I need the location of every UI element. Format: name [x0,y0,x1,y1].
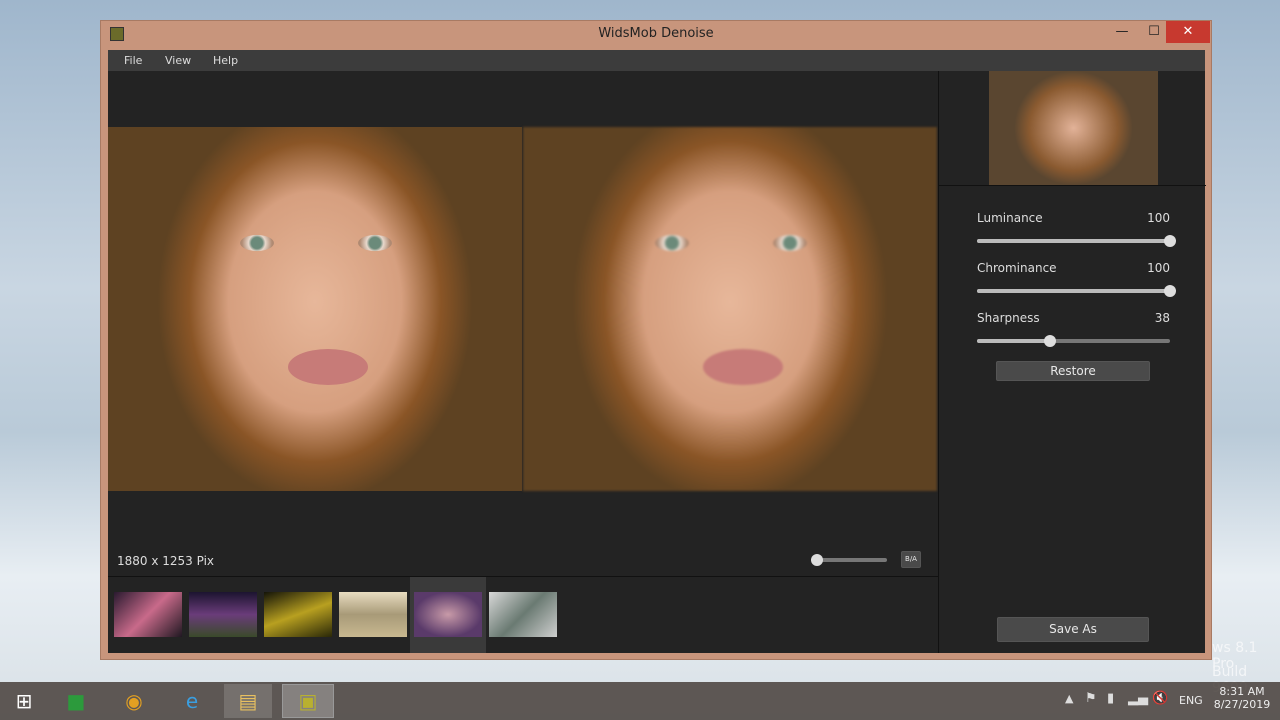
settings-panel: Luminance 100 Chrominance 100 Sharpness … [938,71,1206,653]
sharpness-slider[interactable] [977,335,1170,347]
slider-label: Sharpness [977,311,1040,325]
slider-label: Luminance [977,211,1043,225]
slider-label: Chrominance [977,261,1057,275]
menu-help[interactable]: Help [213,54,238,67]
filmstrip-thumb-selected[interactable] [414,592,482,637]
filmstrip-thumb[interactable] [339,592,407,637]
filmstrip [108,577,938,653]
close-button[interactable]: ✕ [1166,21,1210,43]
app-icon [110,27,124,41]
window-title: WidsMob Denoise [598,26,714,41]
denoised-image [523,127,937,491]
luminance-slider[interactable] [977,235,1176,247]
save-as-button[interactable]: Save As [997,617,1149,642]
chrominance-slider[interactable] [977,285,1176,297]
filmstrip-thumb[interactable] [489,592,557,637]
slider-fill [977,289,1170,293]
battery-icon[interactable]: ▮ [1107,691,1114,706]
zoom-slider[interactable] [811,554,887,566]
file-explorer-icon[interactable]: ▤ [224,684,272,718]
taskbar: ⊞ ■ ◉ e ▤ ▣ ▲ ⚑ ▮ ▂▄ 🔇 ENG 8:31 AM 8/27/… [0,682,1280,720]
language-indicator[interactable]: ENG [1179,694,1203,707]
title-bar: WidsMob Denoise — ☐ ✕ [101,21,1211,51]
filmstrip-thumb[interactable] [264,592,332,637]
slider-fill [977,339,1051,343]
menu-bar: File View Help [108,50,1205,71]
widsmob-taskbar-icon[interactable]: ▣ [282,684,334,718]
slider-knob[interactable] [1044,335,1057,347]
slider-fill [977,239,1170,243]
internet-explorer-icon[interactable]: e [168,684,216,718]
slider-value: 100 [1147,261,1170,275]
action-center-flag-icon[interactable]: ⚑ [1085,691,1097,706]
network-signal-icon[interactable]: ▂▄ [1128,691,1148,706]
slider-value: 38 [1154,311,1170,325]
volume-muted-icon[interactable]: 🔇 [1152,691,1168,706]
slider-knob[interactable] [1164,285,1176,297]
clock[interactable]: 8:31 AM 8/27/2019 [1212,685,1272,711]
preview-thumbnail [989,71,1158,185]
menu-file[interactable]: File [124,54,142,67]
slider-value: 100 [1147,211,1170,225]
slider-knob[interactable] [1164,235,1176,247]
filmstrip-thumb[interactable] [189,592,257,637]
show-hidden-icons[interactable]: ▲ [1065,692,1073,705]
menu-view[interactable]: View [165,54,191,67]
minimize-button[interactable]: — [1106,21,1138,43]
chrome-icon[interactable]: ◉ [110,684,158,718]
zoom-slider-knob[interactable] [811,554,823,566]
filmstrip-thumb[interactable] [114,592,182,637]
image-dimensions: 1880 x 1253 Pix [117,554,215,568]
original-image [108,127,522,491]
app-window: WidsMob Denoise — ☐ ✕ File View Help 188… [100,20,1212,660]
store-icon[interactable]: ■ [52,684,100,718]
compare-button[interactable]: B/A [901,551,921,568]
clock-date: 8/27/2019 [1213,698,1271,711]
main-area: 1880 x 1253 Pix B/A Luminance 100 Chromi… [108,71,1206,653]
restore-button[interactable]: Restore [996,361,1150,381]
clock-time: 8:31 AM [1219,685,1265,698]
start-button[interactable]: ⊞ [0,684,48,718]
